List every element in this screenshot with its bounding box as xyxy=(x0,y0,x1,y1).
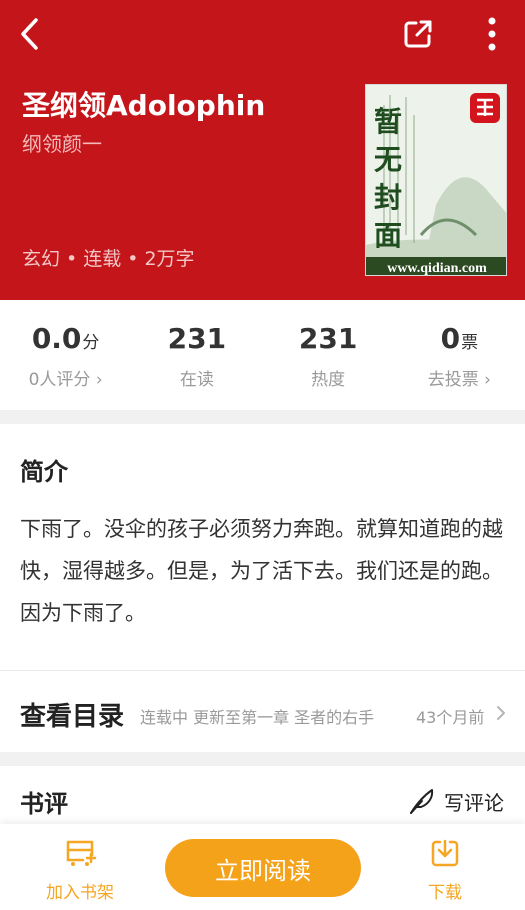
add-to-shelf-button[interactable]: 加入书架 xyxy=(25,838,135,903)
book-author[interactable]: 纲领颜一 xyxy=(22,128,102,157)
share-button[interactable] xyxy=(396,12,440,56)
back-button[interactable] xyxy=(10,12,50,56)
cover-caption-3: 封 xyxy=(374,181,402,214)
rating-unit: 分 xyxy=(82,333,100,353)
book-status: 连载 xyxy=(83,248,122,270)
popularity-label: 热度 xyxy=(311,370,346,390)
book-cover[interactable]: 暂 无 封 面 www.qidian.com xyxy=(365,84,507,276)
cover-caption-1: 暂 xyxy=(374,105,402,138)
intro-text: 下雨了。没伞的孩子必须努力奔跑。就算知道跑的越快，湿得越多。但是，为了活下去。我… xyxy=(20,517,503,625)
book-meta: 玄幻 • 连载 • 2万字 xyxy=(22,248,195,270)
intro-title: 简介 xyxy=(20,458,68,486)
book-word-count: 2万字 xyxy=(144,248,195,270)
rating-label: 0人评分 › xyxy=(28,370,103,390)
add-to-shelf-label: 加入书架 xyxy=(46,883,114,903)
download-icon xyxy=(431,839,459,867)
bottom-action-bar: 加入书架 立即阅读 下载 xyxy=(0,824,525,910)
stat-reading: 231 在读 xyxy=(131,300,262,410)
toc-update-time: 43个月前 xyxy=(416,708,485,727)
stat-rating[interactable]: 0.0分 0人评分 › xyxy=(0,300,131,410)
read-now-button[interactable]: 立即阅读 xyxy=(165,839,361,897)
toc-title: 查看目录 xyxy=(20,702,125,732)
more-options-button[interactable] xyxy=(470,12,514,56)
reading-label: 在读 xyxy=(179,370,214,390)
write-review-label: 写评论 xyxy=(444,790,504,815)
cover-caption-4: 面 xyxy=(374,219,402,252)
stat-votes[interactable]: 0票 去投票 › xyxy=(394,300,525,410)
stat-popularity: 231 热度 xyxy=(263,300,394,410)
toc-update-status: 连载中 更新至第一章 圣者的右手 xyxy=(140,708,375,727)
rating-value: 0.0 xyxy=(31,322,82,355)
section-separator xyxy=(0,752,525,766)
divider xyxy=(0,670,525,671)
cover-site-text: www.qidian.com xyxy=(387,261,487,276)
reading-value: 231 xyxy=(167,322,227,355)
download-button[interactable]: 下载 xyxy=(390,838,500,903)
stats-row: 0.0分 0人评分 › 231 在读 231 热度 0票 去投票 › xyxy=(0,300,525,410)
chevron-right-icon xyxy=(497,706,505,720)
toc-row[interactable]: 查看目录 连载中 更新至第一章 圣者的右手 43个月前 xyxy=(0,672,525,752)
votes-unit: 票 xyxy=(461,333,479,353)
votes-value: 0 xyxy=(440,322,461,355)
feather-pen-icon xyxy=(410,789,434,814)
write-review-button[interactable]: 写评论 xyxy=(408,786,504,816)
back-icon xyxy=(21,18,38,50)
section-separator xyxy=(0,410,525,424)
popularity-value: 231 xyxy=(298,322,358,355)
more-icon xyxy=(488,17,496,51)
cover-caption-2: 无 xyxy=(374,143,402,176)
book-genre: 玄幻 xyxy=(22,248,61,270)
book-title: 圣纲领Adolophin xyxy=(22,89,266,122)
share-icon xyxy=(404,20,432,48)
book-header: 圣纲领Adolophin 纲领颜一 玄幻 • 连载 • 2万字 暂 无 封 面 ww xyxy=(0,0,525,300)
download-label: 下载 xyxy=(428,883,462,903)
cover-placeholder-image: 暂 无 封 面 www.qidian.com xyxy=(366,85,506,276)
vote-label: 去投票 › xyxy=(427,370,491,390)
bookshelf-icon xyxy=(66,840,97,866)
reviews-title: 书评 xyxy=(20,790,68,818)
